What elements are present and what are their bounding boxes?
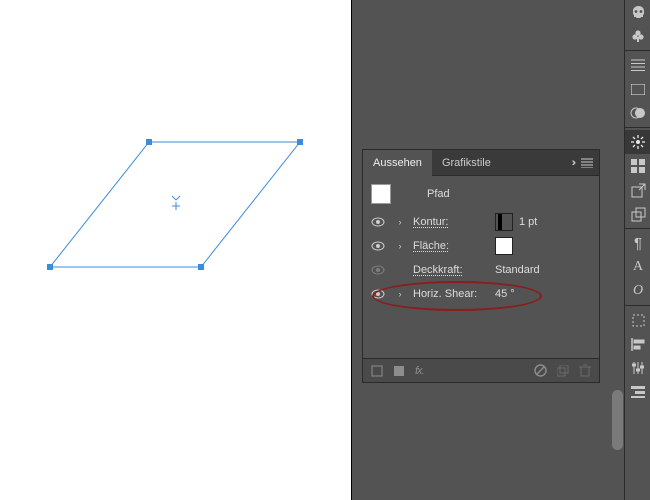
popout-icon[interactable] bbox=[625, 178, 650, 202]
stroke-row[interactable]: › Kontur: 1 pt bbox=[369, 210, 593, 234]
panel-body: Pfad › Kontur: 1 pt › Fläche: Deckkraft:… bbox=[363, 176, 599, 358]
panel-footer: fx. bbox=[363, 358, 599, 382]
visibility-icon[interactable] bbox=[371, 241, 385, 251]
stroke-swatch[interactable] bbox=[495, 213, 513, 231]
collapse-arrows-icon[interactable]: ›› bbox=[572, 157, 573, 169]
letter-o-icon[interactable]: O bbox=[625, 279, 650, 303]
panel-zone: Aussehen Grafikstile ›› Pfad › Kontur: bbox=[362, 0, 624, 500]
visibility-icon[interactable] bbox=[371, 217, 385, 227]
trash-icon[interactable] bbox=[579, 364, 591, 377]
bars-icon[interactable] bbox=[625, 380, 650, 404]
levels-icon[interactable] bbox=[625, 356, 650, 380]
expand-icon[interactable]: › bbox=[399, 289, 402, 299]
skull-icon[interactable] bbox=[625, 0, 650, 24]
opacity-row[interactable]: Deckkraft: Standard bbox=[369, 258, 593, 282]
panel-tabs: Aussehen Grafikstile ›› bbox=[363, 150, 599, 176]
overlap-circles-icon[interactable] bbox=[625, 101, 650, 125]
stroke-value[interactable]: 1 pt bbox=[519, 216, 537, 228]
fx-menu[interactable]: fx. bbox=[415, 365, 423, 377]
rect-icon[interactable] bbox=[625, 77, 650, 101]
opacity-value: Standard bbox=[495, 264, 540, 276]
panel-gutter bbox=[352, 0, 362, 500]
grid-icon[interactable] bbox=[625, 154, 650, 178]
clear-icon[interactable] bbox=[534, 364, 547, 377]
crop-icon[interactable] bbox=[625, 308, 650, 332]
object-type-label: Pfad bbox=[427, 188, 450, 200]
fill-label[interactable]: Fläche: bbox=[413, 240, 449, 252]
shear-row[interactable]: › Horiz. Shear: 45 ° bbox=[369, 282, 593, 306]
copies-icon[interactable] bbox=[625, 202, 650, 226]
object-header-row: Pfad bbox=[369, 182, 593, 206]
anchor-point[interactable] bbox=[198, 264, 204, 270]
duplicate-icon[interactable] bbox=[557, 365, 569, 377]
object-thumbnail[interactable] bbox=[371, 184, 391, 204]
scrollbar-thumb[interactable] bbox=[612, 390, 623, 450]
club-icon[interactable] bbox=[625, 24, 650, 48]
fill-swatch[interactable] bbox=[495, 237, 513, 255]
lines-icon[interactable] bbox=[625, 53, 650, 77]
opacity-label[interactable]: Deckkraft: bbox=[413, 264, 463, 276]
stroke-label[interactable]: Kontur: bbox=[413, 216, 448, 228]
panel-menu-icon[interactable] bbox=[581, 158, 593, 168]
radial-icon[interactable] bbox=[625, 130, 650, 154]
shear-label: Horiz. Shear: bbox=[413, 288, 477, 300]
visibility-icon[interactable] bbox=[371, 289, 385, 299]
visibility-icon[interactable] bbox=[371, 265, 385, 275]
expand-icon[interactable]: › bbox=[399, 217, 402, 227]
new-stroke-icon[interactable] bbox=[371, 365, 383, 377]
anchor-point[interactable] bbox=[146, 139, 152, 145]
shear-value: 45 ° bbox=[495, 288, 515, 300]
tab-appearance[interactable]: Aussehen bbox=[363, 150, 432, 176]
appearance-panel: Aussehen Grafikstile ›› Pfad › Kontur: bbox=[362, 149, 600, 383]
center-point[interactable] bbox=[172, 196, 180, 210]
pilcrow-icon[interactable]: ¶ bbox=[625, 231, 650, 255]
canvas-area[interactable] bbox=[0, 0, 352, 500]
selected-shape[interactable] bbox=[0, 0, 352, 500]
tab-graphic-styles[interactable]: Grafikstile bbox=[432, 150, 501, 176]
anchor-point[interactable] bbox=[47, 264, 53, 270]
align-left-icon[interactable] bbox=[625, 332, 650, 356]
new-fill-icon[interactable] bbox=[393, 365, 405, 377]
expand-icon[interactable]: › bbox=[399, 241, 402, 251]
right-toolbar: ¶ A O bbox=[624, 0, 650, 500]
letter-a-icon[interactable]: A bbox=[625, 255, 650, 279]
anchor-point[interactable] bbox=[297, 139, 303, 145]
fill-row[interactable]: › Fläche: bbox=[369, 234, 593, 258]
